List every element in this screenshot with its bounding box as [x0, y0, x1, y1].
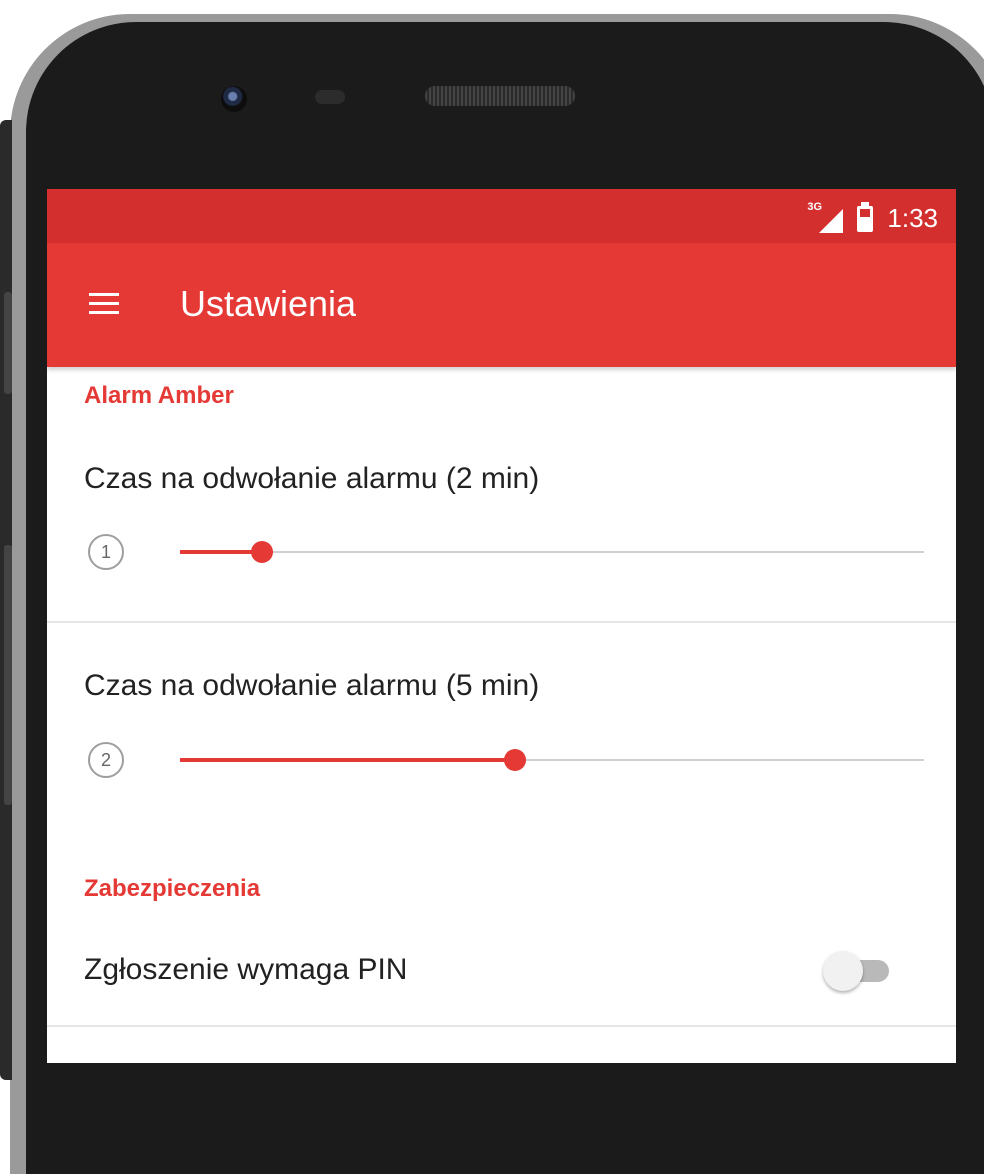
slider-fill — [180, 758, 515, 762]
divider — [47, 621, 956, 623]
slider-cancel-time-2[interactable]: 2 — [84, 740, 924, 780]
slider-track[interactable] — [180, 749, 924, 771]
status-time: 1:33 — [887, 203, 938, 233]
status-bar: 3G 1:33 — [47, 189, 956, 243]
slider-track[interactable] — [180, 541, 924, 563]
divider — [47, 1025, 956, 1027]
battery-icon — [857, 201, 874, 232]
pref-title-cancel-time-1[interactable]: Czas na odwołanie alarmu (2 min) — [84, 462, 539, 496]
app-bar: Ustawienia — [47, 243, 956, 367]
page-title: Ustawienia — [180, 283, 357, 324]
status-icons: 3G 1:33 — [807, 201, 938, 234]
pref-title-cancel-time-2[interactable]: Czas na odwołanie alarmu (5 min) — [84, 669, 539, 703]
front-camera — [221, 86, 247, 112]
menu-icon[interactable] — [89, 293, 119, 315]
section-header-alarm-amber: Alarm Amber — [84, 382, 234, 409]
slider-fill — [180, 550, 262, 554]
pref-title-pin-required[interactable]: Zgłoszenie wymaga PIN — [84, 953, 407, 987]
switch-thumb — [823, 951, 863, 991]
slider-cancel-time-1[interactable]: 1 — [84, 532, 924, 572]
slider-badge: 2 — [88, 742, 124, 778]
slider-badge: 1 — [88, 534, 124, 570]
signal-icon: 3G — [807, 201, 844, 233]
proximity-sensor — [315, 90, 345, 104]
slider-thumb[interactable] — [250, 541, 273, 563]
pin-required-switch[interactable] — [823, 951, 895, 991]
volume-button — [4, 292, 12, 394]
side-button — [4, 545, 12, 805]
screen: 3G 1:33 Ustawienia Alarm Amber Czas na o… — [47, 189, 956, 1063]
slider-thumb[interactable] — [503, 749, 526, 771]
earpiece-speaker — [425, 86, 575, 106]
section-header-zabezpieczenia: Zabezpieczenia — [84, 875, 261, 902]
